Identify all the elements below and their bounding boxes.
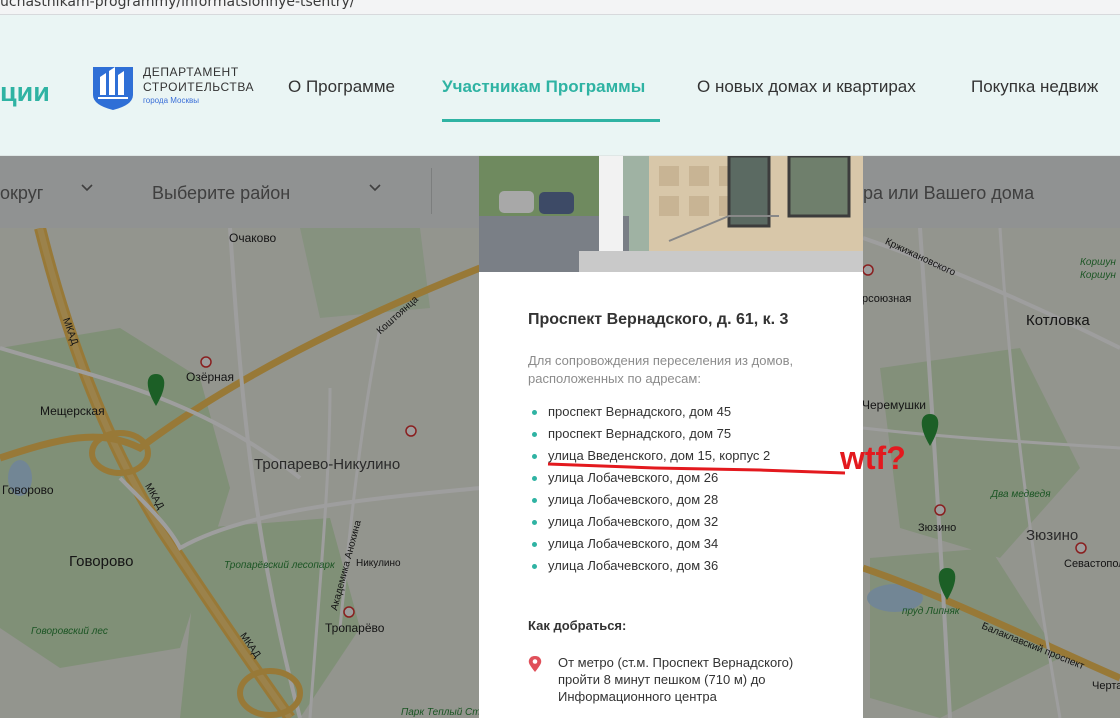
- red-underline-annotation: [547, 462, 846, 475]
- wtf-annotation: wtf?: [840, 440, 906, 476]
